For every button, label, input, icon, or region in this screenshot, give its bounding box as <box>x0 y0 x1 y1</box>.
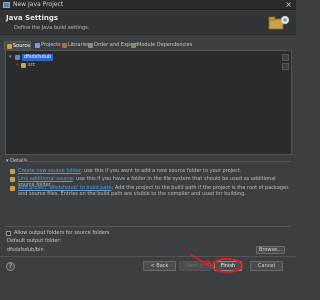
detail-link-additional-source: Link additional source: use this if you … <box>10 176 290 188</box>
source-tab-icon <box>7 44 12 49</box>
app-icon <box>3 2 10 8</box>
tab-label: Source <box>13 43 31 49</box>
allow-output-folders-checkbox[interactable] <box>6 231 11 236</box>
create-source-folder-link[interactable]: Create new source folder <box>18 168 81 174</box>
detail-create-source-folder: Create new source folder: use this if yo… <box>10 168 290 176</box>
page-title: Java Settings <box>6 14 59 22</box>
browse-button[interactable]: Browse... <box>256 246 285 254</box>
allow-output-folders-label: Allow output folders for source folders <box>14 230 110 236</box>
default-output-folder-label: Default output folder: <box>7 238 62 244</box>
collapse-all-button[interactable] <box>282 63 289 70</box>
help-icon[interactable]: ? <box>6 262 15 271</box>
expand-arrow-icon[interactable]: › <box>16 62 18 69</box>
tab-projects[interactable]: Projects <box>33 41 61 50</box>
annotation-highlight-circle <box>211 258 243 273</box>
window-title: New Java Project <box>13 1 64 8</box>
title-bar: New Java Project × <box>0 0 296 10</box>
collapse-arrow-icon[interactable]: ▾ <box>9 54 12 61</box>
projects-tab-icon <box>35 43 40 48</box>
separator <box>5 226 291 227</box>
detail-add-project: Add project 'dfsdsfsdub' to build path: … <box>10 185 290 201</box>
java-project-icon <box>15 55 20 60</box>
tab-module-dependencies[interactable]: Module Dependencies <box>129 41 192 50</box>
back-button[interactable]: < Back <box>143 261 176 271</box>
tab-label: Module Dependencies <box>137 42 193 48</box>
source-tree[interactable]: ▾ dfsdsfsdub › src <box>5 50 292 155</box>
order-export-tab-icon <box>88 43 93 48</box>
tree-item-label: dfsdsfsdub <box>22 54 54 61</box>
tab-bar: Source Projects Libraries Order and Expo… <box>4 41 292 50</box>
tree-item-label: src <box>28 62 36 68</box>
tab-label: Projects <box>41 42 61 48</box>
tab-source[interactable]: Source <box>4 41 31 50</box>
java-wizard-banner-icon <box>268 15 290 30</box>
module-dependencies-tab-icon <box>131 43 136 48</box>
project-icon <box>10 186 15 191</box>
folder-icon <box>10 169 15 174</box>
expand-all-button[interactable] <box>282 54 289 61</box>
source-folder-icon <box>21 63 26 68</box>
wizard-header: Java Settings Define the Java build sett… <box>0 11 296 35</box>
libraries-tab-icon <box>62 43 67 48</box>
detail-text: : use this if you want to add a new sour… <box>80 168 242 174</box>
details-divider <box>22 161 291 162</box>
close-icon[interactable]: × <box>285 0 292 10</box>
page-subtitle: Define the Java build settings. <box>14 25 90 31</box>
cancel-button[interactable]: Cancel <box>250 261 283 271</box>
folder-link-icon <box>10 177 15 182</box>
